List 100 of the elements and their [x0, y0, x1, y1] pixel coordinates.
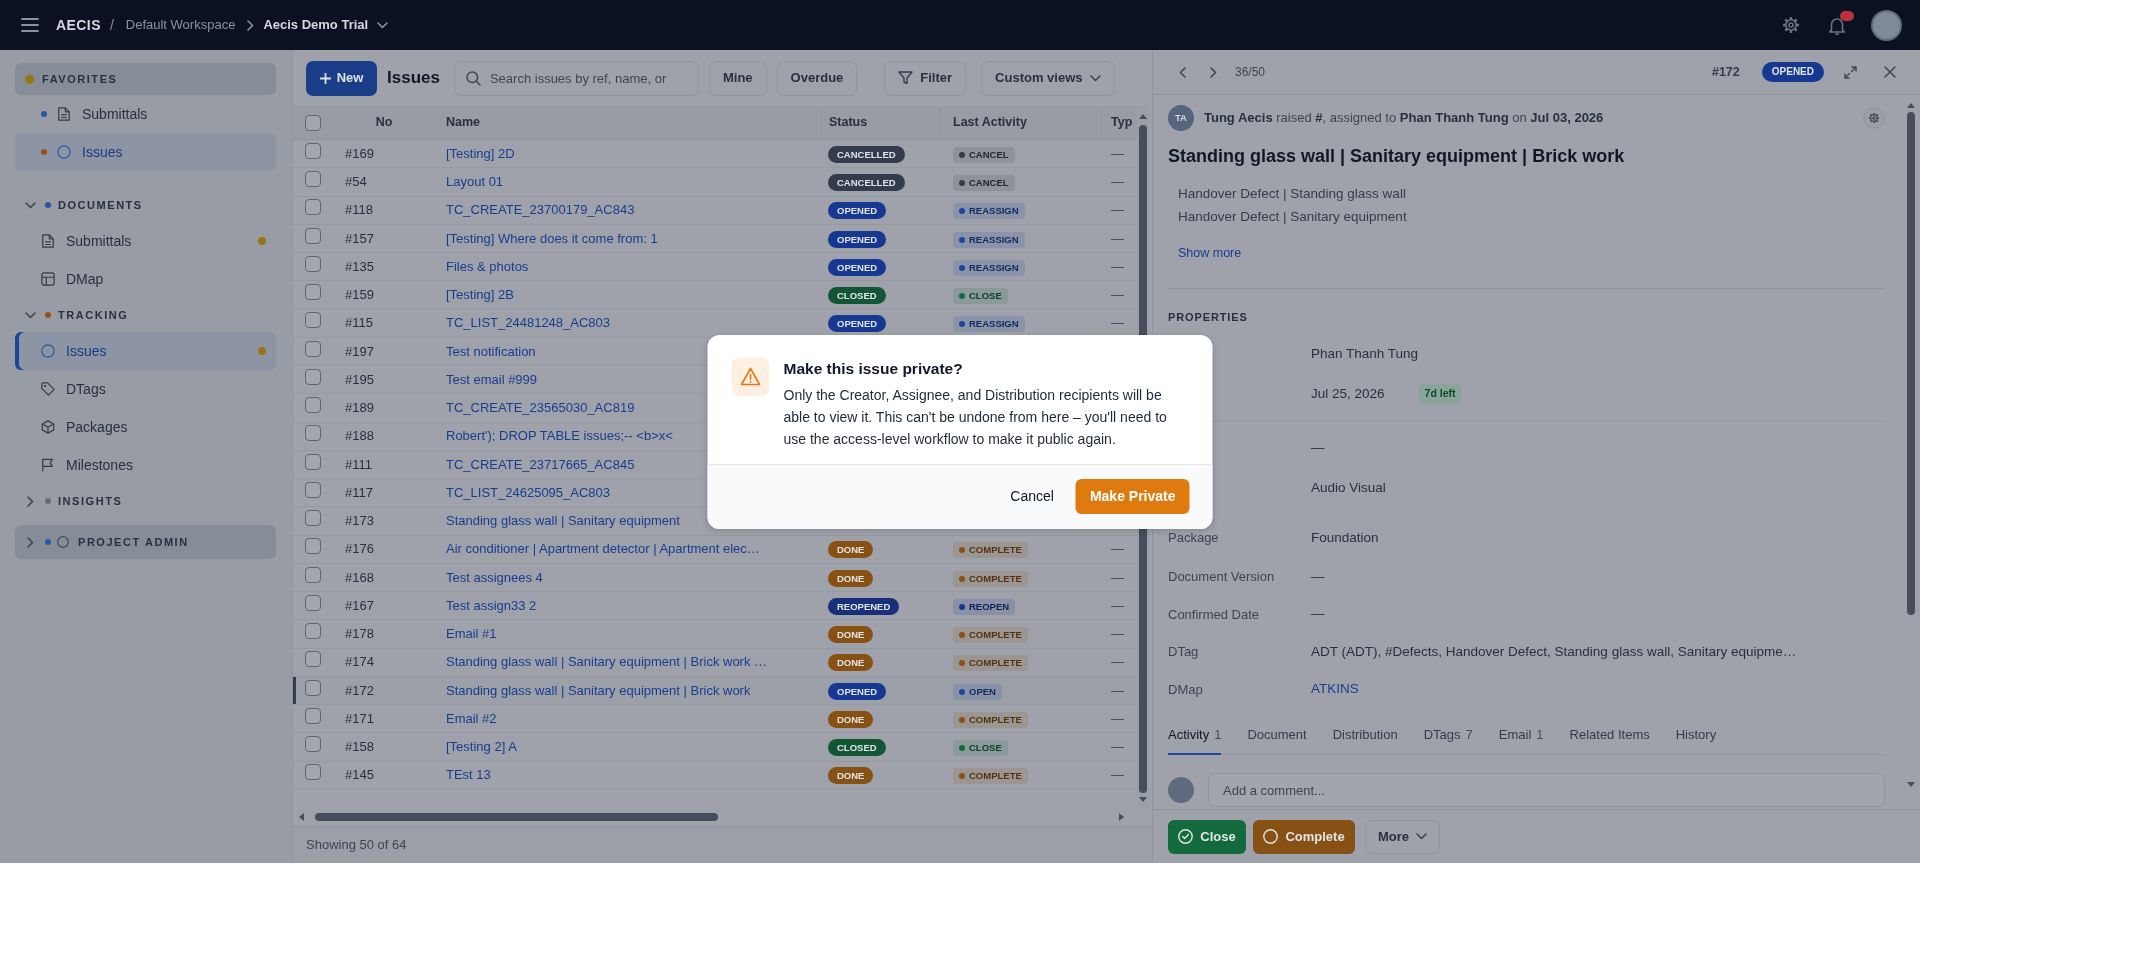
- page-title: Issues: [387, 67, 440, 90]
- property-value: Jul 25, 2026: [1311, 384, 1385, 403]
- type-value: —: [1111, 626, 1124, 642]
- activity-label: REASSIGN: [969, 232, 1019, 247]
- property-label: DMap: [1168, 681, 1203, 697]
- status-badge: OPENED: [828, 230, 887, 248]
- due-tag: 7d left: [1418, 384, 1462, 404]
- issue-title: Standing glass wall | Sanitary equipment | Brick work: [1168, 145, 1626, 168]
- property-value: —: [1311, 438, 1325, 457]
- status-badge: CANCELLED: [828, 145, 905, 163]
- activity-label: CLOSE: [969, 741, 1002, 756]
- status-badge: DONE: [828, 541, 874, 559]
- type-value: —: [1111, 174, 1124, 190]
- type-value: —: [1111, 710, 1124, 726]
- activity-label: COMPLETE: [969, 712, 1022, 727]
- issue-number: #178: [345, 626, 374, 642]
- type-value: —: [1111, 230, 1124, 246]
- activity-label: OPEN: [969, 684, 996, 699]
- issue-number: #157: [345, 230, 374, 246]
- property-label: DTag: [1168, 644, 1199, 659]
- type-value: —: [1111, 258, 1124, 274]
- property-value: Audio Visual: [1311, 478, 1386, 497]
- issue-number: #173: [345, 513, 374, 529]
- breadcrumb-separator: /: [109, 15, 114, 35]
- status-badge: DONE: [828, 626, 874, 644]
- issue-number: #197: [345, 343, 374, 359]
- section-title: PROPERTIES: [1168, 310, 1249, 325]
- description-line: Handover Defect | Sanitary equipment: [1178, 209, 1407, 224]
- issue-number: #145: [345, 767, 374, 783]
- issue-number: #117: [345, 484, 373, 500]
- activity-label: REASSIGN: [969, 317, 1019, 332]
- issue-number: #118: [345, 202, 373, 218]
- property-value: —: [1311, 567, 1325, 586]
- issue-number: #171: [345, 710, 374, 726]
- status-badge: OPENED: [828, 682, 887, 700]
- status-badge: OPENED: [828, 202, 887, 220]
- brand-name: AECIS: [56, 15, 101, 35]
- property-value: Phan Thanh Tung: [1311, 344, 1419, 363]
- status-badge: DONE: [828, 654, 874, 672]
- status-badge: OPENED: [828, 315, 887, 333]
- type-value: —: [1111, 287, 1124, 303]
- activity-label: COMPLETE: [969, 571, 1022, 586]
- property-value: —: [1311, 605, 1325, 624]
- issue-number: #54: [345, 174, 367, 190]
- type-value: —: [1111, 739, 1124, 755]
- issue-ref: #172: [1711, 63, 1740, 81]
- status-badge: OPENED: [1761, 62, 1824, 82]
- issue-number: #167: [345, 597, 374, 613]
- status-badge: DONE: [828, 767, 874, 785]
- status-badge: REOPENED: [828, 597, 900, 615]
- property-label: Document Version: [1168, 569, 1275, 584]
- status-badge: DONE: [828, 569, 874, 587]
- property-label: Confirmed Date: [1168, 606, 1260, 622]
- issue-number: #111: [345, 456, 372, 472]
- property-value: ADT (ADT), #Defects, Handover Defect, Standing glass wall, Sanitary equipme…: [1311, 642, 1797, 661]
- type-value: —: [1111, 654, 1124, 670]
- type-value: —: [1111, 202, 1124, 218]
- issue-number: #189: [345, 400, 374, 416]
- status-badge: CANCELLED: [828, 174, 905, 192]
- property-value: Foundation: [1311, 528, 1379, 547]
- issue-number: #158: [345, 739, 374, 755]
- issue-number: #174: [345, 654, 374, 670]
- activity-label: REOPEN: [969, 599, 1010, 614]
- activity-byline: Tung Aecis raised #, assigned to Phan Thanh Tung on Jul 03, 2026: [1204, 109, 1604, 128]
- issue-number: #168: [345, 569, 374, 585]
- activity-label: CANCEL: [969, 176, 1009, 191]
- activity-label: REASSIGN: [969, 204, 1019, 219]
- issue-number: #159: [345, 287, 374, 303]
- issue-number: #188: [345, 428, 374, 444]
- type-value: —: [1111, 597, 1124, 613]
- type-value: —: [1111, 315, 1124, 331]
- activity-label: COMPLETE: [969, 769, 1022, 784]
- issue-number: #169: [345, 145, 374, 161]
- description-line: Handover Defect | Standing glass wall: [1178, 186, 1406, 201]
- activity-label: COMPLETE: [969, 543, 1022, 558]
- property-label: Package: [1168, 530, 1219, 546]
- issue-number: #115: [345, 315, 373, 331]
- type-value: —: [1111, 767, 1124, 783]
- activity-label: CLOSE: [969, 289, 1002, 304]
- issue-number: #176: [345, 541, 374, 557]
- issue-position: 36/50: [1235, 64, 1266, 81]
- type-value: —: [1111, 682, 1124, 698]
- status-badge: DONE: [828, 710, 874, 728]
- author-avatar: TA: [1168, 105, 1194, 131]
- type-value: —: [1111, 145, 1124, 161]
- issue-number: #172: [345, 682, 374, 698]
- status-badge: CLOSED: [828, 287, 886, 305]
- type-value: —: [1111, 569, 1124, 585]
- activity-label: COMPLETE: [969, 656, 1022, 671]
- issue-number: #135: [345, 258, 374, 274]
- issue-number: #195: [345, 371, 374, 387]
- activity-label: REASSIGN: [969, 260, 1019, 275]
- dialog-title: Make this issue private?: [783, 358, 964, 379]
- status-badge: CLOSED: [828, 739, 886, 757]
- activity-label: CANCEL: [969, 147, 1009, 162]
- status-badge: OPENED: [828, 258, 887, 276]
- result-count: Showing 50 of 64: [306, 836, 407, 855]
- activity-label: COMPLETE: [969, 628, 1022, 643]
- type-value: —: [1111, 541, 1124, 557]
- dialog-message: Only the Creator, Assignee, and Distribution recipients will be able to view it. This can't be undone from here – you'll need to use the access-level workflow to make it public again.: [783, 385, 1168, 449]
